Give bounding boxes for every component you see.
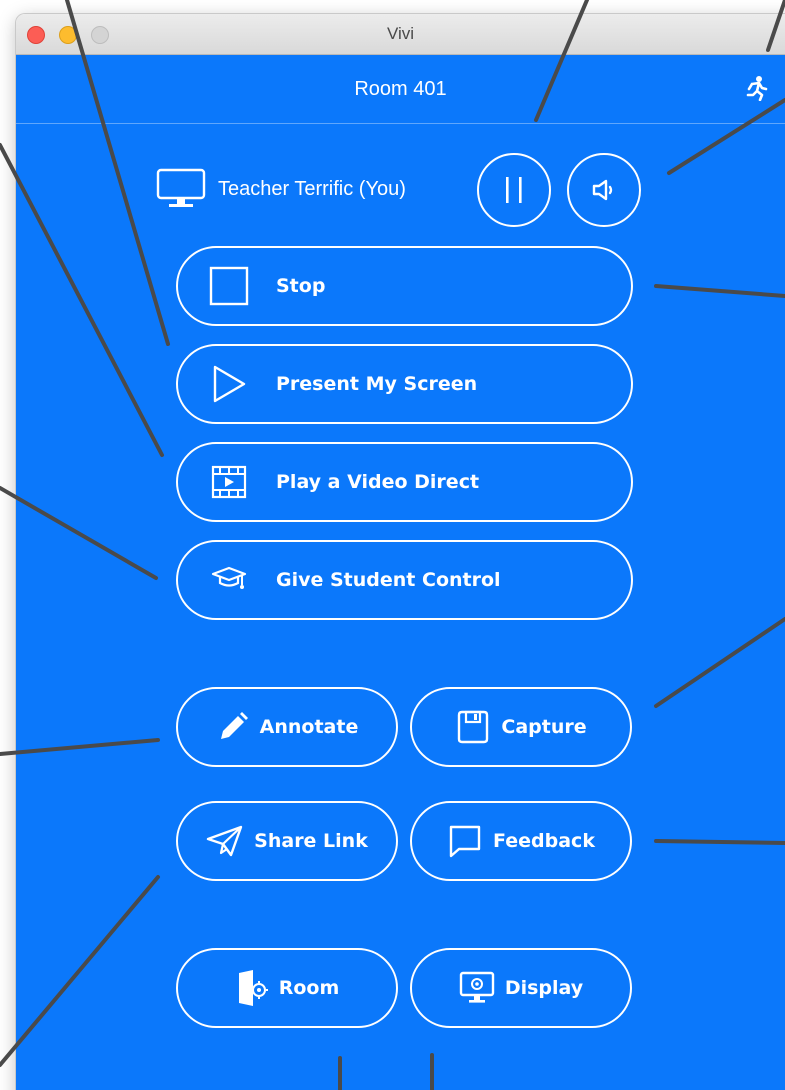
presenter-row: Teacher Terrific (You) xyxy=(156,168,406,209)
capture-label: Capture xyxy=(501,716,587,738)
capture-button[interactable]: Capture xyxy=(410,687,632,767)
running-person-icon[interactable] xyxy=(746,75,768,102)
chat-bubble-icon xyxy=(447,823,483,859)
display-gear-icon xyxy=(459,971,495,1005)
graduation-cap-icon xyxy=(208,565,250,595)
feedback-button[interactable]: Feedback xyxy=(410,801,632,881)
title-bar: Vivi xyxy=(16,14,785,55)
room-label: Room xyxy=(278,977,340,999)
stop-button[interactable]: Stop xyxy=(176,246,633,326)
stop-label: Stop xyxy=(276,275,326,297)
play-video-button[interactable]: Play a Video Direct xyxy=(176,442,633,522)
give-student-control-button[interactable]: Give Student Control xyxy=(176,540,633,620)
annotate-button[interactable]: Annotate xyxy=(176,687,398,767)
film-strip-icon xyxy=(208,465,250,499)
screenshot-stage: Vivi Room 401 Teacher Terrific (You) Sto… xyxy=(0,0,785,1090)
play-video-label: Play a Video Direct xyxy=(276,471,480,493)
volume-button[interactable] xyxy=(567,153,641,227)
room-name: Room 401 xyxy=(354,78,447,100)
door-gear-icon xyxy=(235,969,269,1007)
share-link-label: Share Link xyxy=(254,830,368,852)
annotate-label: Annotate xyxy=(259,716,359,738)
presenter-name: Teacher Terrific (You) xyxy=(218,177,406,200)
share-link-button[interactable]: Share Link xyxy=(176,801,398,881)
stop-square-icon xyxy=(208,266,250,306)
play-triangle-icon xyxy=(208,364,250,404)
room-settings-button[interactable]: Room xyxy=(176,948,398,1028)
pause-icon xyxy=(506,177,522,203)
floppy-disk-icon xyxy=(455,709,491,745)
window-title: Vivi xyxy=(386,24,415,43)
monitor-icon xyxy=(156,168,206,207)
display-label: Display xyxy=(504,977,584,999)
pencil-icon xyxy=(216,710,250,744)
header-divider xyxy=(16,123,785,124)
feedback-label: Feedback xyxy=(493,830,595,852)
display-settings-button[interactable]: Display xyxy=(410,948,632,1028)
pause-button[interactable] xyxy=(477,153,551,227)
app-window: Vivi Room 401 Teacher Terrific (You) Sto… xyxy=(16,14,785,1090)
speaker-icon xyxy=(592,179,613,201)
present-screen-label: Present My Screen xyxy=(276,373,478,395)
give-student-control-label: Give Student Control xyxy=(276,569,501,591)
paper-plane-icon xyxy=(206,825,244,857)
main-panel: Room 401 Teacher Terrific (You) Stop Pre… xyxy=(16,55,785,1090)
present-screen-button[interactable]: Present My Screen xyxy=(176,344,633,424)
